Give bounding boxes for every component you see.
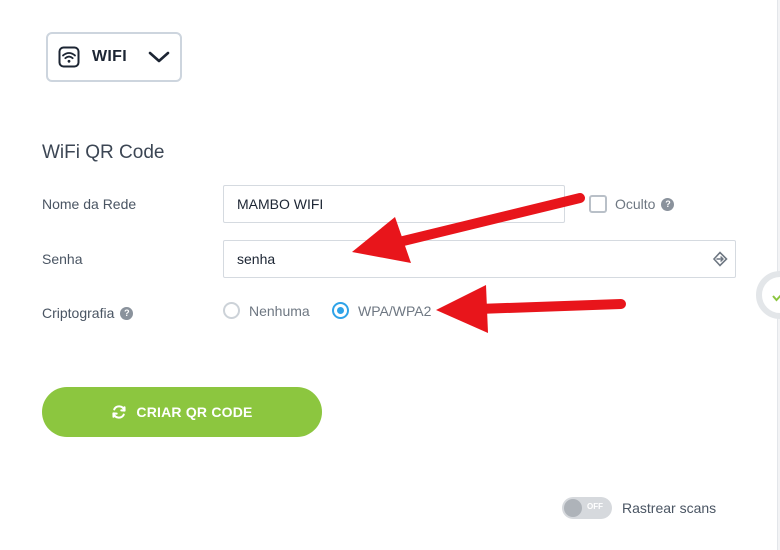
qr-type-dropdown[interactable]: WIFI xyxy=(46,32,182,82)
encryption-wpa-label: WPA/WPA2 xyxy=(358,303,432,319)
create-qr-code-button[interactable]: CRIAR QR CODE xyxy=(42,387,322,437)
password-input[interactable]: senha xyxy=(223,240,736,278)
toggle-state-text: OFF xyxy=(587,502,603,511)
network-name-label: Nome da Rede xyxy=(42,196,137,212)
refresh-icon xyxy=(112,405,127,419)
encryption-label: Criptografia ? xyxy=(42,305,134,321)
qr-type-label: WIFI xyxy=(92,48,127,65)
encryption-none-radio[interactable] xyxy=(223,302,240,319)
form-title: WiFi QR Code xyxy=(42,142,165,163)
help-icon[interactable]: ? xyxy=(120,306,134,320)
track-scans-toggle[interactable]: OFF xyxy=(562,497,612,519)
hidden-network-label: Oculto ? xyxy=(615,196,675,212)
track-scans-label: Rastrear scans xyxy=(622,500,717,516)
password-label: Senha xyxy=(42,251,83,267)
chevron-down-icon xyxy=(148,51,170,63)
show-password-icon[interactable] xyxy=(710,249,730,269)
check-icon xyxy=(772,294,780,302)
wifi-icon xyxy=(58,46,80,68)
main-panel: WIFI WiFi QR Code Nome da Rede MAMBO WIF… xyxy=(0,0,778,550)
encryption-none-label: Nenhuma xyxy=(249,303,310,319)
help-icon[interactable]: ? xyxy=(661,197,675,211)
toggle-knob xyxy=(564,499,582,517)
network-name-input[interactable]: MAMBO WIFI xyxy=(223,185,565,223)
encryption-wpa-radio[interactable] xyxy=(332,302,349,319)
hidden-network-checkbox[interactable] xyxy=(589,195,607,213)
create-qr-code-label: CRIAR QR CODE xyxy=(136,404,253,420)
